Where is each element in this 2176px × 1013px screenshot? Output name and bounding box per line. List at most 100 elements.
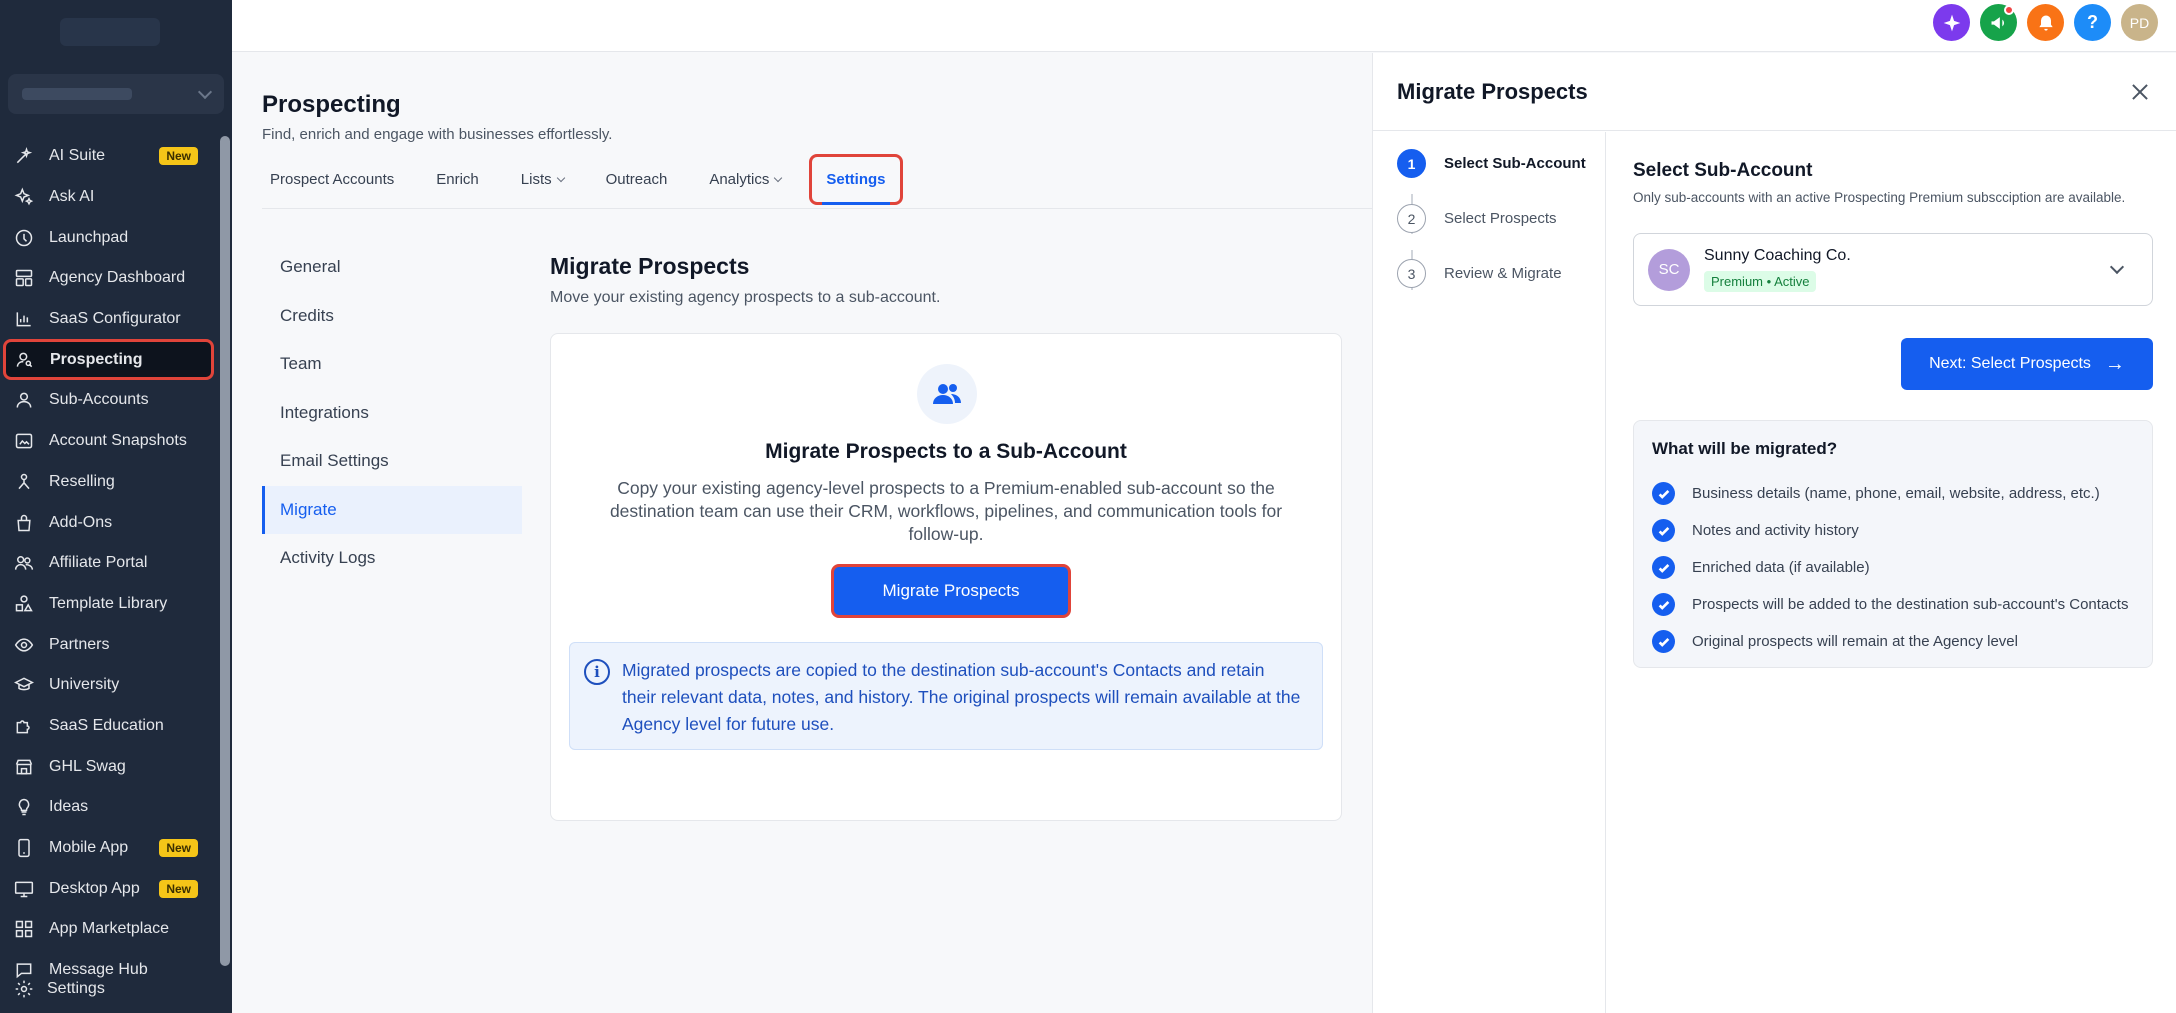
- sparkles-icon: [13, 186, 35, 208]
- tab-prospect-accounts[interactable]: Prospect Accounts: [270, 163, 394, 196]
- tab-label: Outreach: [605, 171, 668, 188]
- bell-icon[interactable]: [2027, 4, 2064, 41]
- migrate-prospects-button[interactable]: Migrate Prospects: [831, 564, 1071, 618]
- subnav-item-team[interactable]: Team: [262, 340, 522, 389]
- step-label: Select Prospects: [1444, 210, 1557, 227]
- step-label: Select Sub-Account: [1444, 155, 1586, 172]
- agency-logo[interactable]: [60, 18, 160, 46]
- puzzle-icon: [13, 715, 35, 737]
- tab-label: Analytics: [709, 171, 770, 188]
- step-1[interactable]: 1 Select Sub-Account: [1397, 149, 1586, 178]
- sidebar-item-ask-ai[interactable]: Ask AI: [0, 177, 216, 218]
- subnav-item-activity-logs[interactable]: Activity Logs: [262, 534, 522, 583]
- tab-label: Prospect Accounts: [270, 171, 395, 188]
- tab-lists[interactable]: Lists: [521, 163, 565, 196]
- list-item-text: Prospects will be added to the destinati…: [1692, 596, 2129, 613]
- sidebar-item-saas-education[interactable]: SaaS Education: [0, 706, 216, 747]
- shapes-icon: [13, 593, 35, 615]
- sidebar-nav: AI Suite New Ask AI Launchpad Agency Dashboa…: [0, 136, 216, 990]
- sidebar-item-agency-dashboard[interactable]: Agency Dashboard: [0, 258, 216, 299]
- sidebar-item-label: Sub-Accounts: [49, 391, 149, 409]
- sidebar-scrollbar[interactable]: [220, 136, 230, 966]
- sidebar-item-label: Launchpad: [49, 228, 129, 246]
- check-circle-icon: [1652, 556, 1675, 579]
- sidebar-item-partners[interactable]: Partners: [0, 624, 216, 665]
- step-3[interactable]: 3 Review & Migrate: [1397, 259, 1562, 288]
- sidebar-item-settings[interactable]: Settings: [13, 978, 105, 1000]
- sidebar: AI Suite New Ask AI Launchpad Agency Dashboa…: [0, 0, 232, 1013]
- step-2[interactable]: 2 Select Prospects: [1397, 204, 1557, 233]
- tab-analytics[interactable]: Analytics: [709, 163, 783, 196]
- subnav-item-credits[interactable]: Credits: [262, 292, 522, 341]
- top-bar-actions: ? PD: [1933, 4, 2158, 41]
- sidebar-item-label: Template Library: [49, 594, 168, 612]
- subnav-item-email-settings[interactable]: Email Settings: [262, 437, 522, 486]
- list-item-text: Original prospects will remain at the Ag…: [1692, 633, 2018, 650]
- check-circle-icon: [1652, 519, 1675, 542]
- page-title: Prospecting: [262, 91, 401, 118]
- sidebar-item-university[interactable]: University: [0, 665, 216, 706]
- close-icon[interactable]: [2126, 78, 2154, 106]
- list-item: Enriched data (if available): [1652, 549, 2134, 586]
- next-select-prospects-button[interactable]: Next: Select Prospects →: [1901, 338, 2153, 390]
- card-title: Migrate Prospects to a Sub-Account: [765, 440, 1127, 463]
- sidebar-item-label: Settings: [47, 980, 105, 997]
- tab-enrich[interactable]: Enrich: [436, 163, 479, 196]
- tab-settings[interactable]: Settings: [809, 154, 903, 205]
- lightbulb-icon: [13, 796, 35, 818]
- main-content: Prospecting Find, enrich and engage with…: [232, 53, 1372, 1013]
- list-item: Original prospects will remain at the Ag…: [1652, 623, 2134, 660]
- sidebar-item-ideas[interactable]: Ideas: [0, 787, 216, 828]
- sidebar-item-app-marketplace[interactable]: App Marketplace: [0, 909, 216, 950]
- list-item: Business details (name, phone, email, we…: [1652, 475, 2134, 512]
- sidebar-item-label: Reselling: [49, 472, 115, 490]
- card-description: Copy your existing agency-level prospect…: [609, 478, 1283, 544]
- avatar[interactable]: PD: [2121, 4, 2158, 41]
- sidebar-item-template-library[interactable]: Template Library: [0, 584, 216, 625]
- sidebar-item-affiliate-portal[interactable]: Affiliate Portal: [0, 543, 216, 584]
- subaccount-select[interactable]: SC Sunny Coaching Co. Premium • Active: [1633, 233, 2153, 306]
- list-item-text: Business details (name, phone, email, we…: [1692, 485, 2100, 502]
- location-switcher[interactable]: [8, 74, 224, 114]
- monitor-icon: [13, 878, 35, 900]
- sidebar-item-ai-suite[interactable]: AI Suite New: [0, 136, 216, 177]
- sidebar-item-mobile-app[interactable]: Mobile App New: [0, 828, 216, 869]
- sidebar-item-add-ons[interactable]: Add-Ons: [0, 502, 216, 543]
- sidebar-item-ghl-swag[interactable]: GHL Swag: [0, 746, 216, 787]
- sidebar-item-launchpad[interactable]: Launchpad: [0, 217, 216, 258]
- sidebar-item-label: AI Suite: [49, 147, 106, 165]
- sidebar-item-sub-accounts[interactable]: Sub-Accounts: [0, 380, 216, 421]
- sidebar-item-label: Partners: [49, 635, 110, 653]
- migrate-card: Migrate Prospects to a Sub-Account Copy …: [550, 333, 1342, 821]
- tab-label: Enrich: [436, 171, 479, 188]
- sidebar-item-account-snapshots[interactable]: Account Snapshots: [0, 421, 216, 462]
- sidebar-item-label: Mobile App: [49, 839, 129, 857]
- sidebar-item-desktop-app[interactable]: Desktop App New: [0, 868, 216, 909]
- sidebar-item-label: Prospecting: [50, 350, 143, 368]
- chevron-down-icon: [197, 84, 213, 100]
- ai-sparkle-icon[interactable]: [1933, 4, 1970, 41]
- help-icon-text: ?: [2087, 12, 2098, 32]
- check-circle-icon: [1652, 482, 1675, 505]
- sidebar-item-saas-configurator[interactable]: SaaS Configurator: [0, 299, 216, 340]
- new-badge: New: [159, 839, 198, 858]
- new-badge: New: [159, 147, 198, 166]
- megaphone-icon[interactable]: [1980, 4, 2017, 41]
- sidebar-item-label: Message Hub: [49, 961, 148, 979]
- drawer-body: Select Sub-Account Only sub-accounts wit…: [1633, 132, 2153, 668]
- subnav-item-integrations[interactable]: Integrations: [262, 389, 522, 438]
- sidebar-item-label: SaaS Education: [49, 716, 164, 734]
- help-icon[interactable]: ?: [2074, 4, 2111, 41]
- sidebar-item-label: Ideas: [49, 798, 89, 816]
- tab-label: Settings: [826, 171, 886, 188]
- subnav-item-migrate[interactable]: Migrate: [262, 485, 522, 534]
- info-text: Migrated prospects are copied to the des…: [622, 660, 1301, 734]
- dashboard-icon: [13, 267, 35, 289]
- subnav-item-general[interactable]: General: [262, 243, 522, 292]
- sidebar-item-reselling[interactable]: Reselling: [0, 462, 216, 503]
- settings-subnav: General Credits Team Integrations Email Sett…: [262, 243, 522, 583]
- stepper: 1 Select Sub-Account 2 Select Prospects 3 Rev…: [1373, 132, 1606, 1013]
- sidebar-item-prospecting[interactable]: Prospecting: [3, 339, 214, 381]
- migrated-title: What will be migrated?: [1652, 439, 1838, 458]
- tab-outreach[interactable]: Outreach: [606, 163, 668, 196]
